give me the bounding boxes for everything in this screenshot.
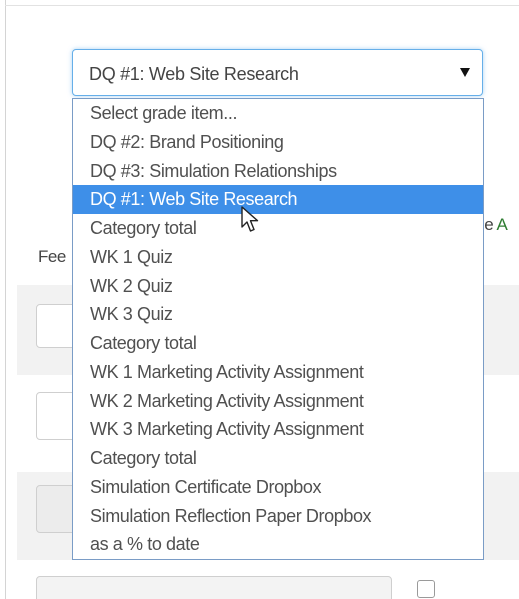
grade-item-option[interactable]: WK 2 Quiz	[73, 272, 483, 301]
grade-item-option[interactable]: DQ #1: Web Site Research	[73, 185, 483, 214]
grade-item-select[interactable]: DQ #1: Web Site Research	[72, 49, 483, 96]
grade-item-option[interactable]: WK 3 Quiz	[73, 300, 483, 329]
grade-item-option[interactable]: as a % to date	[73, 530, 483, 559]
grade-item-option[interactable]: WK 1 Marketing Activity Assignment	[73, 358, 483, 387]
grade-item-option[interactable]: DQ #3: Simulation Relationships	[73, 157, 483, 186]
grade-item-option[interactable]: Select grade item...	[73, 99, 483, 128]
grade-item-option[interactable]: WK 3 Marketing Activity Assignment	[73, 415, 483, 444]
grade-item-option[interactable]: Simulation Reflection Paper Dropbox	[73, 502, 483, 531]
background-checkbox[interactable]	[417, 580, 435, 598]
grade-item-select-value: DQ #1: Web Site Research	[89, 64, 299, 84]
grade-item-option[interactable]: WK 1 Quiz	[73, 243, 483, 272]
page-left-border	[5, 0, 6, 599]
grade-item-option[interactable]: Category total	[73, 444, 483, 473]
page: Fee le A DQ #1: Web Site Research Select…	[0, 0, 519, 599]
grade-item-option[interactable]: WK 2 Marketing Activity Assignment	[73, 387, 483, 416]
grade-item-option[interactable]: Category total	[73, 329, 483, 358]
grade-item-option[interactable]: Simulation Certificate Dropbox	[73, 473, 483, 502]
page-top-border	[5, 5, 519, 6]
background-label-fragment-right: le A	[481, 215, 508, 235]
chevron-down-icon	[460, 68, 470, 77]
grade-item-options-list[interactable]: Select grade item... DQ #2: Brand Positio…	[72, 98, 484, 560]
grade-item-option[interactable]: Category total	[73, 214, 483, 243]
grade-item-option[interactable]: DQ #2: Brand Positioning	[73, 128, 483, 157]
background-label-accent: A	[496, 215, 508, 234]
background-text-field[interactable]	[36, 576, 392, 599]
background-label-fragment: Fee	[38, 247, 66, 266]
